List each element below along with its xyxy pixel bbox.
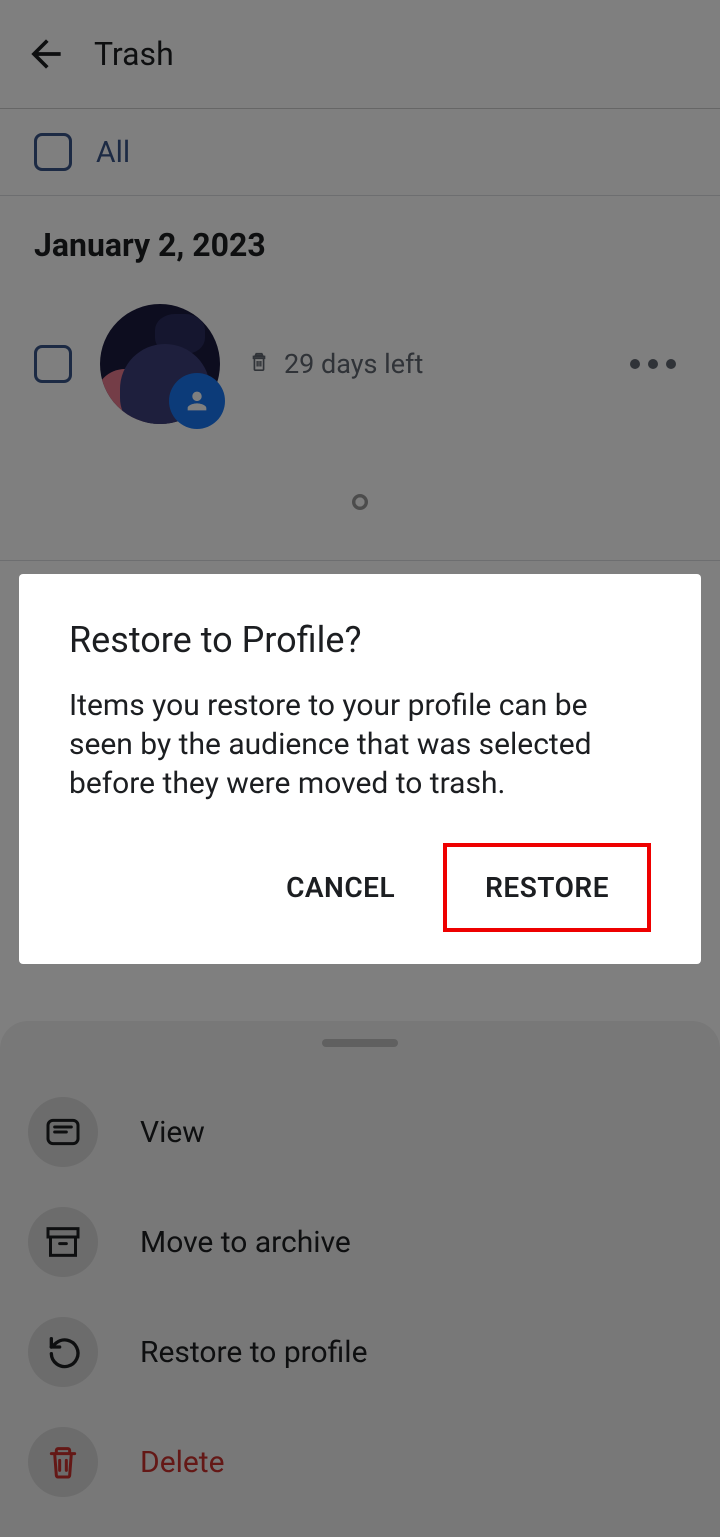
restore-highlight-box: RESTORE: [443, 843, 651, 932]
dialog-title: Restore to Profile?: [69, 619, 651, 661]
restore-button[interactable]: RESTORE: [465, 857, 629, 918]
modal-overlay[interactable]: Restore to Profile? Items you restore to…: [0, 0, 720, 1537]
cancel-button[interactable]: CANCEL: [266, 857, 415, 918]
restore-dialog: Restore to Profile? Items you restore to…: [19, 574, 701, 964]
dialog-body: Items you restore to your profile can be…: [69, 686, 651, 803]
dialog-actions: CANCEL RESTORE: [69, 843, 651, 932]
